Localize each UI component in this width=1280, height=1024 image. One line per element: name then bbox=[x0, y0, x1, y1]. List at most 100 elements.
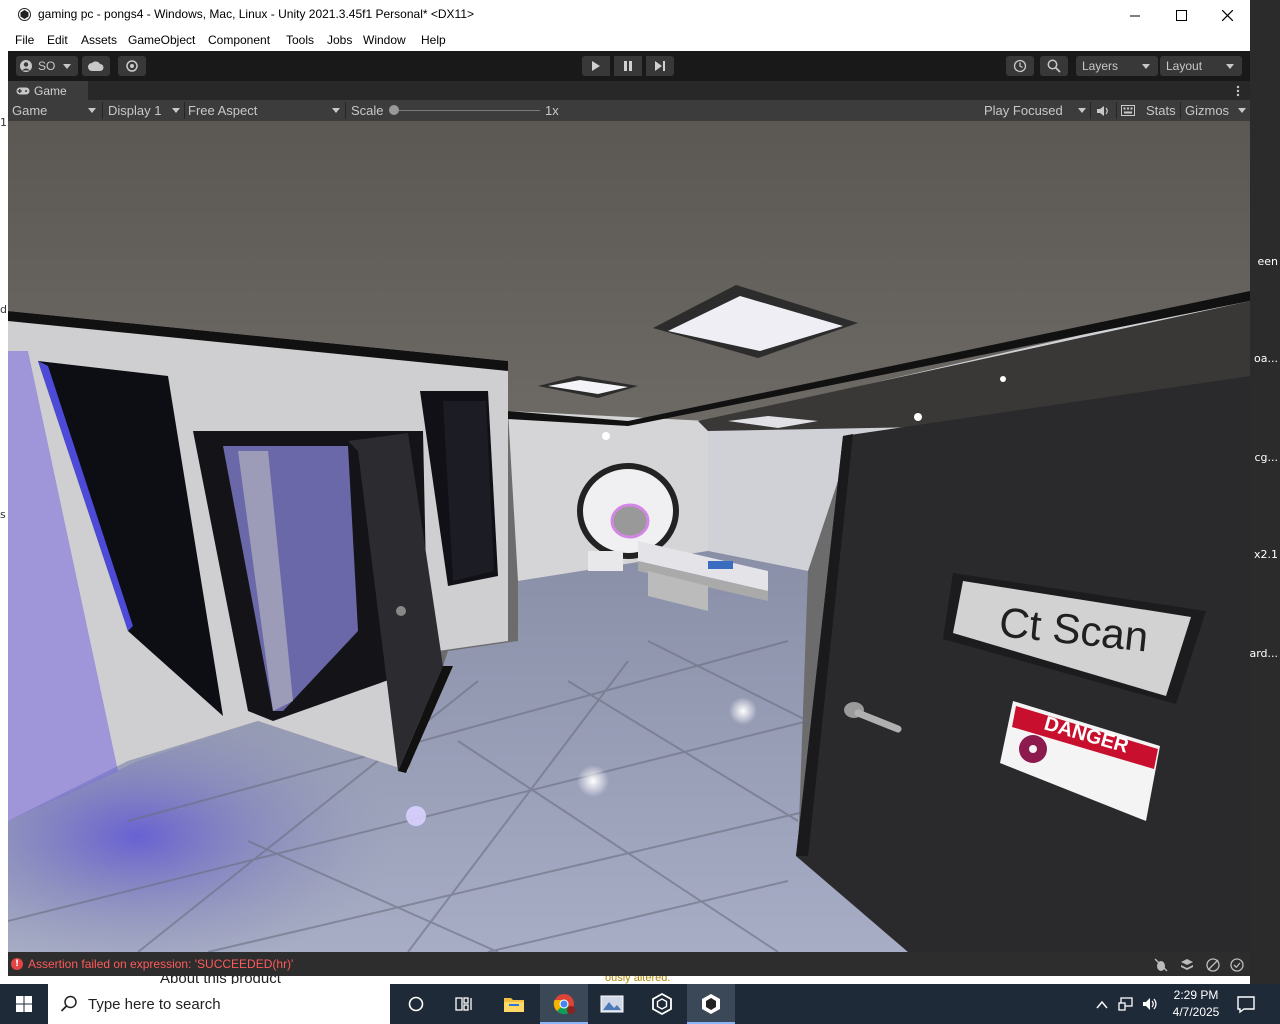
taskbar-unity-editor[interactable] bbox=[687, 984, 735, 1024]
divider bbox=[345, 102, 346, 119]
action-center-button[interactable] bbox=[1236, 994, 1256, 1018]
network-tray-button[interactable] bbox=[1118, 996, 1134, 1015]
console-error-message[interactable]: Assertion failed on expression: 'SUCCEED… bbox=[28, 957, 293, 971]
display-label: Display 1 bbox=[108, 103, 162, 118]
menu-bar: File Edit Assets GameObject Component To… bbox=[8, 30, 1250, 52]
collab-button[interactable] bbox=[118, 56, 146, 76]
menu-tools[interactable]: Tools bbox=[286, 33, 314, 47]
menu-component[interactable]: Component bbox=[208, 33, 270, 47]
aspect-dropdown[interactable]: Free Aspect bbox=[188, 100, 340, 121]
mute-audio-button[interactable] bbox=[1096, 100, 1110, 121]
pause-button[interactable] bbox=[614, 56, 642, 76]
layers-icon bbox=[1181, 959, 1193, 970]
game-view-toolbar: Game Display 1 Free Aspect Scale 1x Play… bbox=[8, 100, 1250, 122]
chevron-down-icon bbox=[332, 108, 340, 113]
menu-jobs[interactable]: Jobs bbox=[327, 33, 352, 47]
windows-taskbar: Type here to search 2:29 PM 4/7/2025 bbox=[0, 984, 1280, 1024]
tab-game[interactable]: Game bbox=[8, 81, 88, 100]
folder-icon bbox=[504, 998, 524, 1012]
taskbar-search-box[interactable]: Type here to search bbox=[48, 984, 390, 1024]
bug-icon bbox=[1154, 958, 1168, 972]
settings-icon bbox=[126, 60, 138, 72]
menu-edit[interactable]: Edit bbox=[47, 33, 68, 47]
account-dropdown[interactable]: SO bbox=[16, 56, 78, 76]
stats-button[interactable]: Stats bbox=[1146, 100, 1176, 121]
divider bbox=[1180, 102, 1181, 119]
maximize-button[interactable] bbox=[1158, 0, 1204, 30]
close-icon bbox=[1221, 9, 1233, 21]
menu-gameobject[interactable]: GameObject bbox=[128, 33, 195, 47]
task-view-icon bbox=[455, 997, 472, 1011]
close-button[interactable] bbox=[1204, 0, 1250, 30]
panel-tab-bar: Game bbox=[8, 81, 1250, 100]
background-window-left-edge: 15 d s bbox=[0, 0, 14, 984]
chrome-icon bbox=[553, 994, 575, 1015]
bg-right-label: ard... bbox=[1249, 647, 1278, 660]
chevron-down-icon bbox=[1142, 63, 1150, 69]
layout-dropdown[interactable]: Layout bbox=[1160, 56, 1242, 76]
minimize-icon bbox=[1129, 15, 1140, 16]
undo-history-button[interactable] bbox=[1006, 56, 1034, 76]
menu-help[interactable]: Help bbox=[421, 33, 446, 47]
build-status[interactable] bbox=[1180, 957, 1194, 976]
step-button[interactable] bbox=[646, 56, 674, 76]
panel-options-button[interactable] bbox=[1236, 83, 1240, 97]
sync-status[interactable] bbox=[1230, 957, 1244, 976]
account-label: SO bbox=[38, 59, 56, 73]
cloud-button[interactable] bbox=[82, 56, 110, 76]
cortana-button[interactable] bbox=[392, 984, 440, 1024]
menu-assets[interactable]: Assets bbox=[81, 33, 117, 47]
bg-right-label: cg... bbox=[1254, 451, 1278, 464]
play-button[interactable] bbox=[582, 56, 610, 76]
bg-right-label: oa... bbox=[1254, 352, 1278, 365]
debug-toggle[interactable] bbox=[1154, 957, 1168, 976]
window-title: gaming pc - pongs4 - Windows, Mac, Linux… bbox=[38, 7, 475, 21]
play-mode-label: Play Focused bbox=[984, 103, 1063, 118]
search-placeholder: Type here to search bbox=[88, 995, 221, 1013]
gamepad-icon bbox=[16, 87, 30, 94]
check-circle-icon bbox=[1230, 958, 1244, 972]
network-icon bbox=[1118, 997, 1133, 1011]
taskbar-app-photos[interactable] bbox=[588, 984, 636, 1024]
volume-tray-button[interactable] bbox=[1142, 996, 1158, 1015]
start-button[interactable] bbox=[0, 984, 48, 1024]
taskbar-unity-hub[interactable] bbox=[638, 984, 686, 1024]
menu-window[interactable]: Window bbox=[363, 33, 406, 47]
minimize-button[interactable] bbox=[1112, 0, 1158, 30]
background-window-right-edge: een oa... cg... x2.1 ard... bbox=[1249, 0, 1280, 984]
view-type-dropdown[interactable]: Game bbox=[12, 100, 96, 121]
gizmos-dropdown[interactable]: Gizmos bbox=[1185, 100, 1246, 121]
chevron-down-icon bbox=[63, 63, 72, 69]
gizmos-label: Gizmos bbox=[1185, 103, 1230, 118]
bg-bottom-text: About this product bbox=[160, 976, 281, 984]
progress-status[interactable] bbox=[1206, 957, 1220, 976]
cloud-icon bbox=[88, 61, 104, 71]
history-icon bbox=[1013, 59, 1027, 73]
layers-label: Layers bbox=[1082, 59, 1119, 73]
divider bbox=[102, 102, 103, 119]
search-icon bbox=[60, 995, 77, 1012]
display-dropdown[interactable]: Display 1 bbox=[108, 100, 180, 121]
photos-icon bbox=[600, 995, 624, 1013]
layers-dropdown[interactable]: Layers bbox=[1076, 56, 1158, 76]
play-mode-dropdown[interactable]: Play Focused bbox=[984, 100, 1086, 121]
clock-time: 2:29 PM bbox=[1173, 988, 1219, 1002]
speaker-icon bbox=[1143, 998, 1157, 1010]
bg-right-label: een bbox=[1257, 255, 1278, 268]
background-window-bottom-edge: About this product ously altered. bbox=[0, 976, 1250, 984]
chevron-up-icon bbox=[1096, 1000, 1108, 1009]
divider bbox=[184, 102, 185, 119]
show-hidden-icons-button[interactable] bbox=[1096, 996, 1108, 1015]
taskbar-clock[interactable]: 2:29 PM 4/7/2025 bbox=[1164, 987, 1228, 1021]
game-viewport[interactable]: Ct Scan DANGER bbox=[8, 121, 1250, 952]
task-view-button[interactable] bbox=[440, 984, 488, 1024]
search-button[interactable] bbox=[1040, 56, 1068, 76]
scale-slider-thumb[interactable] bbox=[389, 105, 399, 115]
taskbar-chrome[interactable] bbox=[540, 984, 588, 1024]
shortcuts-toggle[interactable] bbox=[1121, 100, 1135, 121]
taskbar-file-explorer[interactable] bbox=[490, 984, 538, 1024]
unity-icon bbox=[702, 994, 720, 1014]
menu-file[interactable]: File bbox=[15, 33, 34, 47]
title-bar[interactable]: gaming pc - pongs4 - Windows, Mac, Linux… bbox=[8, 0, 1250, 30]
scale-slider-track[interactable] bbox=[394, 110, 540, 111]
